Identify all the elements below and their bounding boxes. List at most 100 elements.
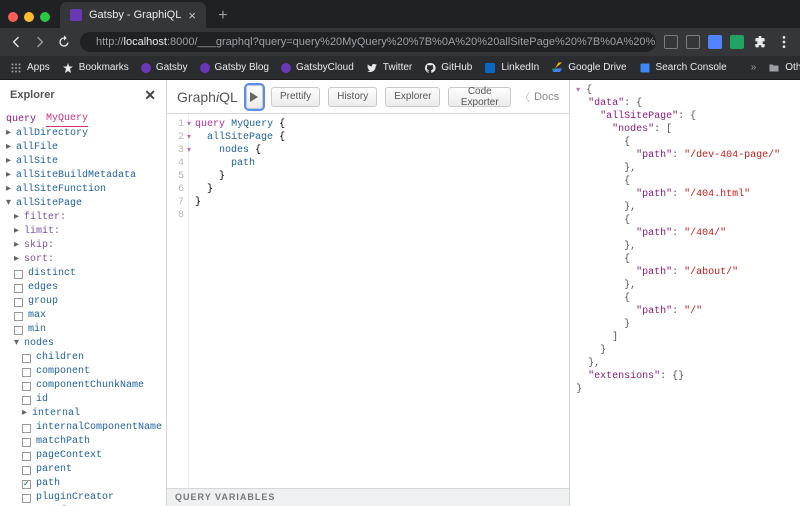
bookmark-gatsby[interactable]: Gatsby bbox=[141, 62, 188, 73]
tree-row[interactable]: children bbox=[4, 351, 162, 365]
url-path: :8000/___graphql?query=query%20MyQuery%2… bbox=[167, 36, 656, 48]
bookmark-label: Gatsby Blog bbox=[215, 62, 269, 73]
tree-row[interactable]: ▸allDirectory bbox=[4, 127, 162, 141]
bookmark-label: LinkedIn bbox=[501, 62, 539, 73]
bookmark-gatsbycloud[interactable]: GatsbyCloud bbox=[281, 62, 354, 73]
extension-icon-4[interactable] bbox=[730, 35, 744, 49]
query-variables-header[interactable]: QUERY VARIABLES bbox=[167, 488, 569, 506]
bookmark-twitter[interactable]: Twitter bbox=[366, 62, 412, 74]
address-bar-row: http://localhost:8000/___graphql?query=q… bbox=[0, 28, 800, 56]
bookmark-label: GatsbyCloud bbox=[296, 62, 354, 73]
run-query-button[interactable] bbox=[246, 85, 263, 109]
prettify-button[interactable]: Prettify bbox=[271, 87, 320, 107]
tree-row[interactable]: max bbox=[4, 309, 162, 323]
close-window-icon[interactable] bbox=[8, 12, 18, 22]
explorer-button[interactable]: Explorer bbox=[385, 87, 440, 107]
bookmark-label: Other Bookmarks bbox=[785, 62, 800, 73]
back-icon[interactable] bbox=[8, 34, 24, 50]
tree-row[interactable]: ▸filter: bbox=[4, 211, 162, 225]
tree-row[interactable]: pageContext bbox=[4, 449, 162, 463]
url-scheme: http:// bbox=[96, 36, 124, 48]
tree-row[interactable]: pluginCreator bbox=[4, 491, 162, 505]
folder-icon bbox=[768, 62, 780, 74]
code-exporter-button[interactable]: Code Exporter bbox=[448, 87, 511, 107]
explorer-header: Explorer ✕ bbox=[0, 80, 166, 110]
tree-row[interactable]: distinct bbox=[4, 267, 162, 281]
explorer-title: Explorer bbox=[10, 89, 55, 101]
minimize-window-icon[interactable] bbox=[24, 12, 34, 22]
browser-tab-active[interactable]: Gatsby - GraphiQL × bbox=[60, 2, 206, 28]
tree-row[interactable]: group bbox=[4, 295, 162, 309]
reload-icon[interactable] bbox=[56, 34, 72, 50]
tree-row[interactable]: internalComponentName bbox=[4, 421, 162, 435]
tree-row[interactable]: ▸internal bbox=[4, 407, 162, 421]
gatsby-favicon-icon bbox=[70, 9, 82, 21]
bookmark-linkedin[interactable]: LinkedIn bbox=[484, 62, 539, 74]
tree-row[interactable]: parent bbox=[4, 463, 162, 477]
extension-icon-3[interactable] bbox=[708, 35, 722, 49]
tab-title: Gatsby - GraphiQL bbox=[89, 9, 181, 21]
apps-button[interactable]: Apps bbox=[10, 62, 50, 74]
tree-row[interactable]: ▸allSiteBuildMetadata bbox=[4, 169, 162, 183]
bookmark-github[interactable]: GitHub bbox=[424, 62, 472, 74]
tree-row[interactable]: ▸allFile bbox=[4, 141, 162, 155]
bookmark-label: Google Drive bbox=[568, 62, 626, 73]
github-icon bbox=[424, 62, 436, 74]
linkedin-icon bbox=[484, 62, 496, 74]
logo-part: QL bbox=[219, 89, 238, 105]
new-tab-button[interactable]: + bbox=[212, 7, 234, 25]
bookmark-label: Bookmarks bbox=[79, 62, 129, 73]
history-button[interactable]: History bbox=[328, 87, 377, 107]
tree-row[interactable]: ▸limit: bbox=[4, 225, 162, 239]
tree-row[interactable]: component bbox=[4, 365, 162, 379]
bookmark-bookmarks[interactable]: Bookmarks bbox=[62, 62, 129, 74]
tree-row[interactable]: edges bbox=[4, 281, 162, 295]
extensions-menu-icon[interactable] bbox=[752, 34, 768, 50]
tree-row[interactable]: matchPath bbox=[4, 435, 162, 449]
line-gutter: 12345678 bbox=[167, 114, 189, 488]
play-icon bbox=[249, 92, 259, 102]
bookmark-gatsby-blog[interactable]: Gatsby Blog bbox=[200, 62, 269, 73]
extension-icon-2[interactable] bbox=[686, 35, 700, 49]
browser-menu-icon[interactable] bbox=[776, 34, 792, 50]
tree-row[interactable]: componentChunkName bbox=[4, 379, 162, 393]
docs-toggle[interactable]: 〈Docs bbox=[519, 89, 559, 105]
bookmarks-overflow-icon[interactable]: » bbox=[751, 62, 757, 73]
tab-strip: Gatsby - GraphiQL × + bbox=[0, 0, 800, 28]
twitter-icon bbox=[366, 62, 378, 74]
code-area[interactable]: ▾query MyQuery {▾ allSitePage {▾ nodes {… bbox=[189, 114, 569, 488]
url-host: localhost bbox=[124, 36, 167, 48]
logo-part: Graph bbox=[177, 89, 216, 105]
tree-row[interactable]: ▾allSitePage bbox=[4, 197, 162, 211]
graphiql: Explorer ✕ query MyQuery▸allDirectory▸al… bbox=[0, 80, 800, 506]
tree-row[interactable]: path bbox=[4, 477, 162, 491]
result-json: ▾ { "data": { "allSitePage": { "nodes": … bbox=[576, 84, 794, 396]
maximize-window-icon[interactable] bbox=[40, 12, 50, 22]
tree-row[interactable]: ▸skip: bbox=[4, 239, 162, 253]
bookmark-label: Apps bbox=[27, 62, 50, 73]
bookmark-label: Twitter bbox=[383, 62, 412, 73]
url-bar[interactable]: http://localhost:8000/___graphql?query=q… bbox=[80, 32, 656, 52]
other-bookmarks[interactable]: Other Bookmarks bbox=[768, 62, 800, 74]
gatsby-icon bbox=[141, 63, 151, 73]
drive-icon bbox=[551, 62, 563, 74]
close-explorer-button[interactable]: ✕ bbox=[144, 87, 156, 104]
browser-chrome: Gatsby - GraphiQL × + http://localhost:8… bbox=[0, 0, 800, 80]
bookmark-google-drive[interactable]: Google Drive bbox=[551, 62, 626, 74]
tree-row[interactable]: ▸allSite bbox=[4, 155, 162, 169]
forward-icon[interactable] bbox=[32, 34, 48, 50]
tree-row[interactable]: query MyQuery bbox=[4, 112, 162, 127]
graphiql-logo: GraphiQL bbox=[177, 89, 238, 105]
tree-row[interactable]: ▸sort: bbox=[4, 253, 162, 267]
tree-row[interactable]: ▸allSiteFunction bbox=[4, 183, 162, 197]
bookmark-search-console[interactable]: Search Console bbox=[639, 62, 727, 74]
tree-row[interactable]: id bbox=[4, 393, 162, 407]
close-tab-icon[interactable]: × bbox=[188, 8, 196, 23]
bookmarks-bar: Apps Bookmarks Gatsby Gatsby Blog Gatsby… bbox=[0, 56, 800, 80]
tree-row[interactable]: ▾nodes bbox=[4, 337, 162, 351]
toolbar: GraphiQL Prettify History Explorer Code … bbox=[167, 80, 569, 114]
extension-icon-1[interactable] bbox=[664, 35, 678, 49]
query-editor[interactable]: 12345678 ▾query MyQuery {▾ allSitePage {… bbox=[167, 114, 569, 488]
tree-row[interactable]: min bbox=[4, 323, 162, 337]
explorer-tree[interactable]: query MyQuery▸allDirectory▸allFile▸allSi… bbox=[0, 110, 166, 506]
